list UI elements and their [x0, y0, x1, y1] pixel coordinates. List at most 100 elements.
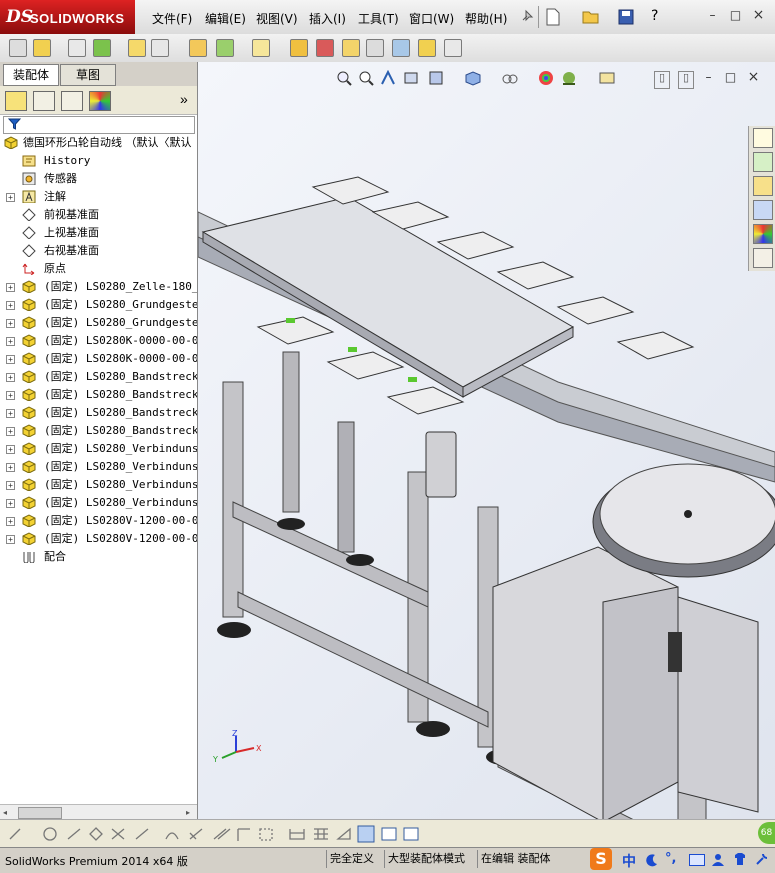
- minimize-button[interactable]: –: [706, 9, 719, 21]
- assembly-features-icon[interactable]: [216, 39, 234, 57]
- offset-tool-icon[interactable]: [189, 828, 203, 840]
- mate-icon[interactable]: [68, 39, 86, 57]
- skin-icon[interactable]: [733, 852, 747, 869]
- view-orientation-icon[interactable]: [464, 70, 481, 86]
- interference-detection-icon[interactable]: [392, 39, 410, 57]
- more-tabs-button[interactable]: »: [180, 91, 188, 107]
- tree-item[interactable]: + (固定) LS0280K-0000-00-0_: [0, 332, 197, 350]
- doc-restore-button[interactable]: □: [724, 71, 737, 83]
- zoom-to-fit-icon[interactable]: [336, 70, 352, 86]
- tree-item[interactable]: 前视基准面: [0, 206, 197, 224]
- property-manager-icon[interactable]: [33, 91, 55, 111]
- expand-toggle[interactable]: +: [6, 463, 15, 472]
- expand-toggle[interactable]: +: [6, 283, 15, 292]
- scroll-right-icon[interactable]: ▸: [186, 808, 190, 817]
- filter-icon[interactable]: [7, 118, 22, 133]
- polygon-tool-icon[interactable]: [89, 827, 103, 841]
- zoom-to-area-icon[interactable]: [358, 70, 374, 86]
- tree-item[interactable]: + (固定) LS0280_Grundgestell: [0, 314, 197, 332]
- scroll-left-icon[interactable]: ◂: [3, 808, 7, 817]
- expand-toggle[interactable]: +: [6, 481, 15, 490]
- tree-item[interactable]: 右视基准面: [0, 242, 197, 260]
- punctuation-icon[interactable]: °,: [665, 851, 676, 866]
- trim-tool-icon[interactable]: [111, 828, 125, 840]
- expand-toggle[interactable]: +: [6, 445, 15, 454]
- tree-item[interactable]: + 注解: [0, 188, 197, 206]
- tree-item[interactable]: + (固定) LS0280_Verbindunsp: [0, 440, 197, 458]
- edit-component-icon[interactable]: [9, 39, 27, 57]
- rectangle-tool-icon[interactable]: [259, 828, 273, 841]
- pin-icon[interactable]: [520, 9, 534, 26]
- menu-window[interactable]: 窗口(W): [409, 10, 454, 27]
- expand-toggle[interactable]: +: [6, 355, 15, 364]
- grid-tool-icon[interactable]: [314, 828, 328, 840]
- insert-component-icon[interactable]: [33, 39, 51, 57]
- appearances-icon[interactable]: [753, 224, 773, 244]
- tree-item[interactable]: + (固定) LS0280_Verbindunsp: [0, 494, 197, 512]
- ime-mode-indicator[interactable]: 中: [622, 851, 636, 871]
- reference-geometry-icon[interactable]: [252, 39, 270, 57]
- shaded-edges-icon[interactable]: [357, 825, 375, 843]
- tree-item[interactable]: + (固定) LS0280K-0000-00-0_: [0, 350, 197, 368]
- close-button[interactable]: ×: [752, 8, 765, 22]
- new-motion-study-icon[interactable]: [290, 39, 308, 57]
- sketch-grid-icon[interactable]: [381, 827, 397, 841]
- tab-assembly[interactable]: 装配体: [3, 64, 59, 86]
- menu-view[interactable]: 视图(V): [256, 10, 298, 27]
- new-document-icon[interactable]: [545, 8, 561, 29]
- expand-toggle[interactable]: +: [6, 409, 15, 418]
- notification-badge[interactable]: 68: [758, 822, 775, 844]
- large-assembly-mode[interactable]: 大型装配体模式: [384, 850, 468, 868]
- expand-toggle[interactable]: +: [6, 391, 15, 400]
- exploded-view-icon[interactable]: [342, 39, 360, 57]
- dynamic-annotation-icon[interactable]: [428, 70, 444, 86]
- quick-snaps-icon[interactable]: [403, 827, 419, 841]
- menu-insert[interactable]: 插入(I): [309, 10, 346, 27]
- keyboard-icon[interactable]: [689, 854, 705, 866]
- tree-item[interactable]: + (固定) LS0280_Bandstrecke_: [0, 368, 197, 386]
- spline-tool-icon[interactable]: [165, 832, 179, 840]
- doc-close-button[interactable]: ×: [747, 70, 760, 84]
- file-explorer-icon[interactable]: [753, 176, 773, 196]
- explode-line-sketch-icon[interactable]: [366, 39, 384, 57]
- display-style-icon[interactable]: [501, 70, 518, 86]
- view-palette-icon[interactable]: [753, 200, 773, 220]
- linear-pattern-icon[interactable]: [93, 39, 111, 57]
- design-library-icon[interactable]: [753, 152, 773, 172]
- fillet-tool-icon[interactable]: [237, 828, 250, 841]
- extend-tool-icon[interactable]: [135, 828, 149, 840]
- display-manager-icon[interactable]: [89, 91, 111, 111]
- sogou-ime-logo[interactable]: S: [590, 848, 612, 870]
- viewport-tile-right-icon[interactable]: ▯: [678, 71, 694, 89]
- tree-item[interactable]: History: [0, 152, 197, 170]
- tree-item[interactable]: + (固定) LS0280_Zelle-180_E: [0, 278, 197, 296]
- viewport-tile-left-icon[interactable]: ▯: [654, 71, 670, 89]
- expand-toggle[interactable]: +: [6, 337, 15, 346]
- solidworks-logo[interactable]: DS SOLIDWORKS: [0, 0, 135, 34]
- tree-item[interactable]: 上视基准面: [0, 224, 197, 242]
- move-component-icon[interactable]: [151, 39, 169, 57]
- custom-properties-icon[interactable]: [753, 248, 773, 268]
- centerline-tool-icon[interactable]: [67, 828, 81, 840]
- show-hidden-icon[interactable]: [189, 39, 207, 57]
- tree-item[interactable]: 传感器: [0, 170, 197, 188]
- doc-minimize-button[interactable]: –: [702, 71, 715, 83]
- solidworks-resources-icon[interactable]: [753, 128, 773, 148]
- instant3d-icon[interactable]: [444, 39, 462, 57]
- menu-tools[interactable]: 工具(T): [358, 10, 399, 27]
- save-icon[interactable]: [618, 9, 634, 28]
- apply-scene-icon[interactable]: [560, 70, 576, 86]
- restore-button[interactable]: □: [729, 9, 742, 21]
- filter-field[interactable]: [3, 116, 195, 134]
- expand-toggle[interactable]: +: [6, 193, 15, 202]
- configuration-manager-icon[interactable]: [61, 91, 83, 111]
- tree-item[interactable]: + (固定) LS0280_Grundgestell: [0, 296, 197, 314]
- feature-manager-icon[interactable]: [5, 91, 27, 111]
- scrollbar-thumb[interactable]: [18, 807, 62, 819]
- expand-toggle[interactable]: +: [6, 373, 15, 382]
- menu-edit[interactable]: 编辑(E): [205, 10, 246, 27]
- expand-toggle[interactable]: +: [6, 427, 15, 436]
- edit-appearance-icon[interactable]: [538, 70, 554, 86]
- line-tool-icon[interactable]: [9, 828, 21, 840]
- help-button[interactable]: ?: [651, 8, 658, 24]
